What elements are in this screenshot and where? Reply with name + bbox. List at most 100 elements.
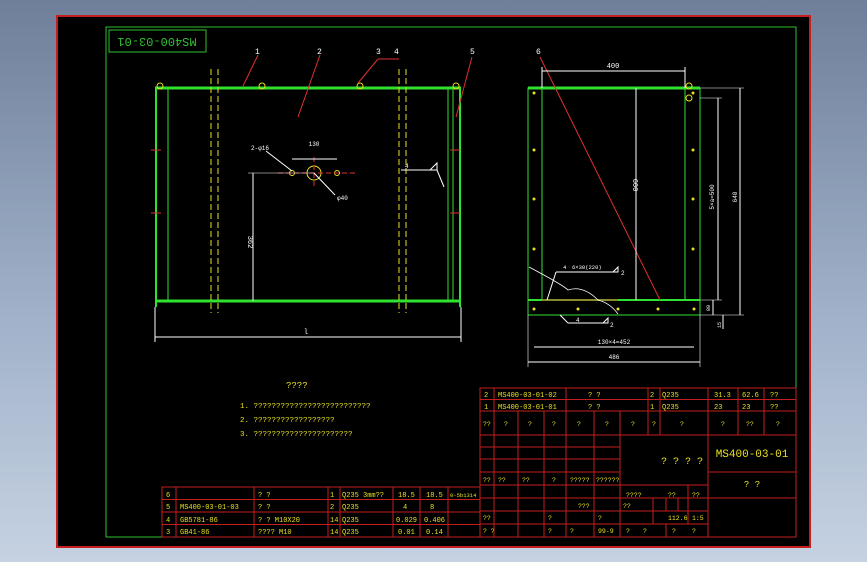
side-view: 400 600 5×a=500 640 80 15 4 6×30(220) 2 … xyxy=(527,48,744,367)
base-thickness-dim: 15 xyxy=(717,322,723,328)
lb-no-2: 5 xyxy=(166,504,170,512)
lb-qty-2: 2 xyxy=(330,504,334,512)
tb-small-q-1: ??? xyxy=(578,503,590,510)
uh-9: ? xyxy=(721,421,725,428)
tb-a-2: ?? xyxy=(522,477,530,484)
lb-no-4: 3 xyxy=(166,529,170,537)
ub-name-1: ? ? xyxy=(588,392,601,400)
uh-1: ? xyxy=(504,421,508,428)
lb-single-1: 18.5 xyxy=(398,492,415,500)
tb-sheet-0: ? xyxy=(626,528,630,535)
lb-total-2: 8 xyxy=(430,504,434,512)
lb-total-4: 0.14 xyxy=(426,529,443,537)
lb-mat-3: Q235 xyxy=(342,517,359,525)
drawing-sheet: MS400-03-01 130 2-φ16 φ40 362 l 4 1 2 3 … xyxy=(56,15,811,548)
tb-part-name: ? ? xyxy=(744,480,760,490)
top-width-dim: 400 xyxy=(607,63,620,71)
notes-title: ???? xyxy=(286,381,308,391)
tb-a-4: ????? xyxy=(570,477,590,484)
ub-remark-1: ?? xyxy=(770,392,778,400)
note-1: 1. ?????????????????????????? xyxy=(240,403,371,411)
tb-sheet-1: ? xyxy=(643,528,647,535)
leader-6: 6 xyxy=(536,48,541,57)
right-spacing-dim: 5×a=500 xyxy=(709,184,716,210)
drawing-code-box: MS400-03-01 xyxy=(108,29,207,53)
tb-b-1: ? xyxy=(548,515,552,522)
tb-drawing-code: MS400-03-01 xyxy=(716,449,789,461)
ub-single-1: 31.3 xyxy=(714,392,731,400)
lb-name-1: ? ? xyxy=(258,492,271,500)
lb-code-4: GB41-86 xyxy=(180,529,209,537)
inner-height-dim: 600 xyxy=(630,179,638,192)
ub-qty-1: 2 xyxy=(650,392,654,400)
lb-qty-1: 1 xyxy=(330,492,334,500)
ub-total-2: 23 xyxy=(742,404,750,412)
ub-mat-2: Q235 xyxy=(662,404,679,412)
uh-3: ? xyxy=(552,421,556,428)
ub-code-2: MS400-03-01-01 xyxy=(498,404,557,412)
lb-no-3: 4 xyxy=(166,517,170,525)
weld-a: 4 xyxy=(563,264,567,271)
note-2: 2. ?????????????????? xyxy=(240,417,335,425)
tb-a-0: ?? xyxy=(483,477,491,484)
lb-total-3: 0.406 xyxy=(424,517,445,525)
lb-single-3: 0.029 xyxy=(396,517,417,525)
lb-name-3: ? ? M10X20 xyxy=(258,517,300,525)
note-3: 3. ?????????????????????? xyxy=(240,431,353,439)
ub-name-2: ? ? xyxy=(588,404,601,412)
lb-single-2: 4 xyxy=(403,504,407,512)
tb-mass-label: ?? xyxy=(668,492,676,499)
ub-no-2: 1 xyxy=(484,404,488,412)
uh-6: ? xyxy=(631,421,635,428)
leader-3: 3 xyxy=(376,48,381,57)
lb-code-3: GB5781-86 xyxy=(180,517,218,525)
uh-11: ? xyxy=(776,421,780,428)
ub-mat-1: Q235 xyxy=(662,392,679,400)
hole-spacing-dim: 130 xyxy=(309,141,320,148)
tb-c-0: ? ? xyxy=(483,528,495,535)
tb-b-2: ? xyxy=(598,515,602,522)
tb-small-q-0: ?? xyxy=(623,503,631,510)
lb-remark-1: 0-5b1314 xyxy=(450,492,477,499)
uh-4: ? xyxy=(577,421,581,428)
uh-0: ?? xyxy=(483,421,491,428)
base-height-dim: 80 xyxy=(706,305,712,311)
notes: ???? 1. ?????????????????????????? 2. ??… xyxy=(240,381,371,439)
lb-total-1: 18.5 xyxy=(426,492,443,500)
angle-note: 6×30(220) xyxy=(572,264,602,271)
height-dim: 362 xyxy=(245,236,253,249)
lb-no-1: 6 xyxy=(166,492,170,500)
weld-2b: 2 xyxy=(610,322,614,329)
width-dim: l xyxy=(304,329,308,337)
ub-no-1: 2 xyxy=(484,392,488,400)
front-view: 130 2-φ16 φ40 362 l 4 1 2 3 4 5 xyxy=(151,48,475,342)
tb-c-1: ? xyxy=(548,528,552,535)
weld-note: 4 xyxy=(405,163,409,170)
tb-a-5: ?????? xyxy=(596,477,620,484)
ub-single-2: 23 xyxy=(714,404,722,412)
lb-code-2: MS400-03-01-03 xyxy=(180,504,239,512)
tb-sheet-3: ? xyxy=(692,528,696,535)
tb-scale-hdr: ?? xyxy=(692,492,700,499)
tb-scale: 1:5 xyxy=(692,515,704,522)
weld-2a: 2 xyxy=(621,270,625,277)
tb-center-title: ? ? ? ? xyxy=(661,457,703,468)
uh-7: ? xyxy=(652,421,656,428)
lb-qty-3: 14 xyxy=(330,517,338,525)
tb-a-3: ? xyxy=(552,477,556,484)
ub-qty-2: 1 xyxy=(650,404,654,412)
leader-5: 5 xyxy=(470,48,475,57)
tb-sheet-2: ? xyxy=(672,528,676,535)
right-total-dim: 640 xyxy=(732,191,739,202)
leader-1: 1 xyxy=(255,48,260,57)
ub-total-1: 62.6 xyxy=(742,392,759,400)
lb-qty-4: 14 xyxy=(330,529,338,537)
uh-5: ? xyxy=(605,421,609,428)
ub-remark-2: ?? xyxy=(770,404,778,412)
lb-single-4: 0.01 xyxy=(398,529,415,537)
cad-canvas: MS400-03-01 130 2-φ16 φ40 362 l 4 1 2 3 … xyxy=(105,26,797,538)
lb-mat-2: Q235 xyxy=(342,504,359,512)
ub-code-1: MS400-03-01-02 xyxy=(498,392,557,400)
uh-2: ? xyxy=(528,421,532,428)
tb-b-0: ?? xyxy=(483,515,491,522)
